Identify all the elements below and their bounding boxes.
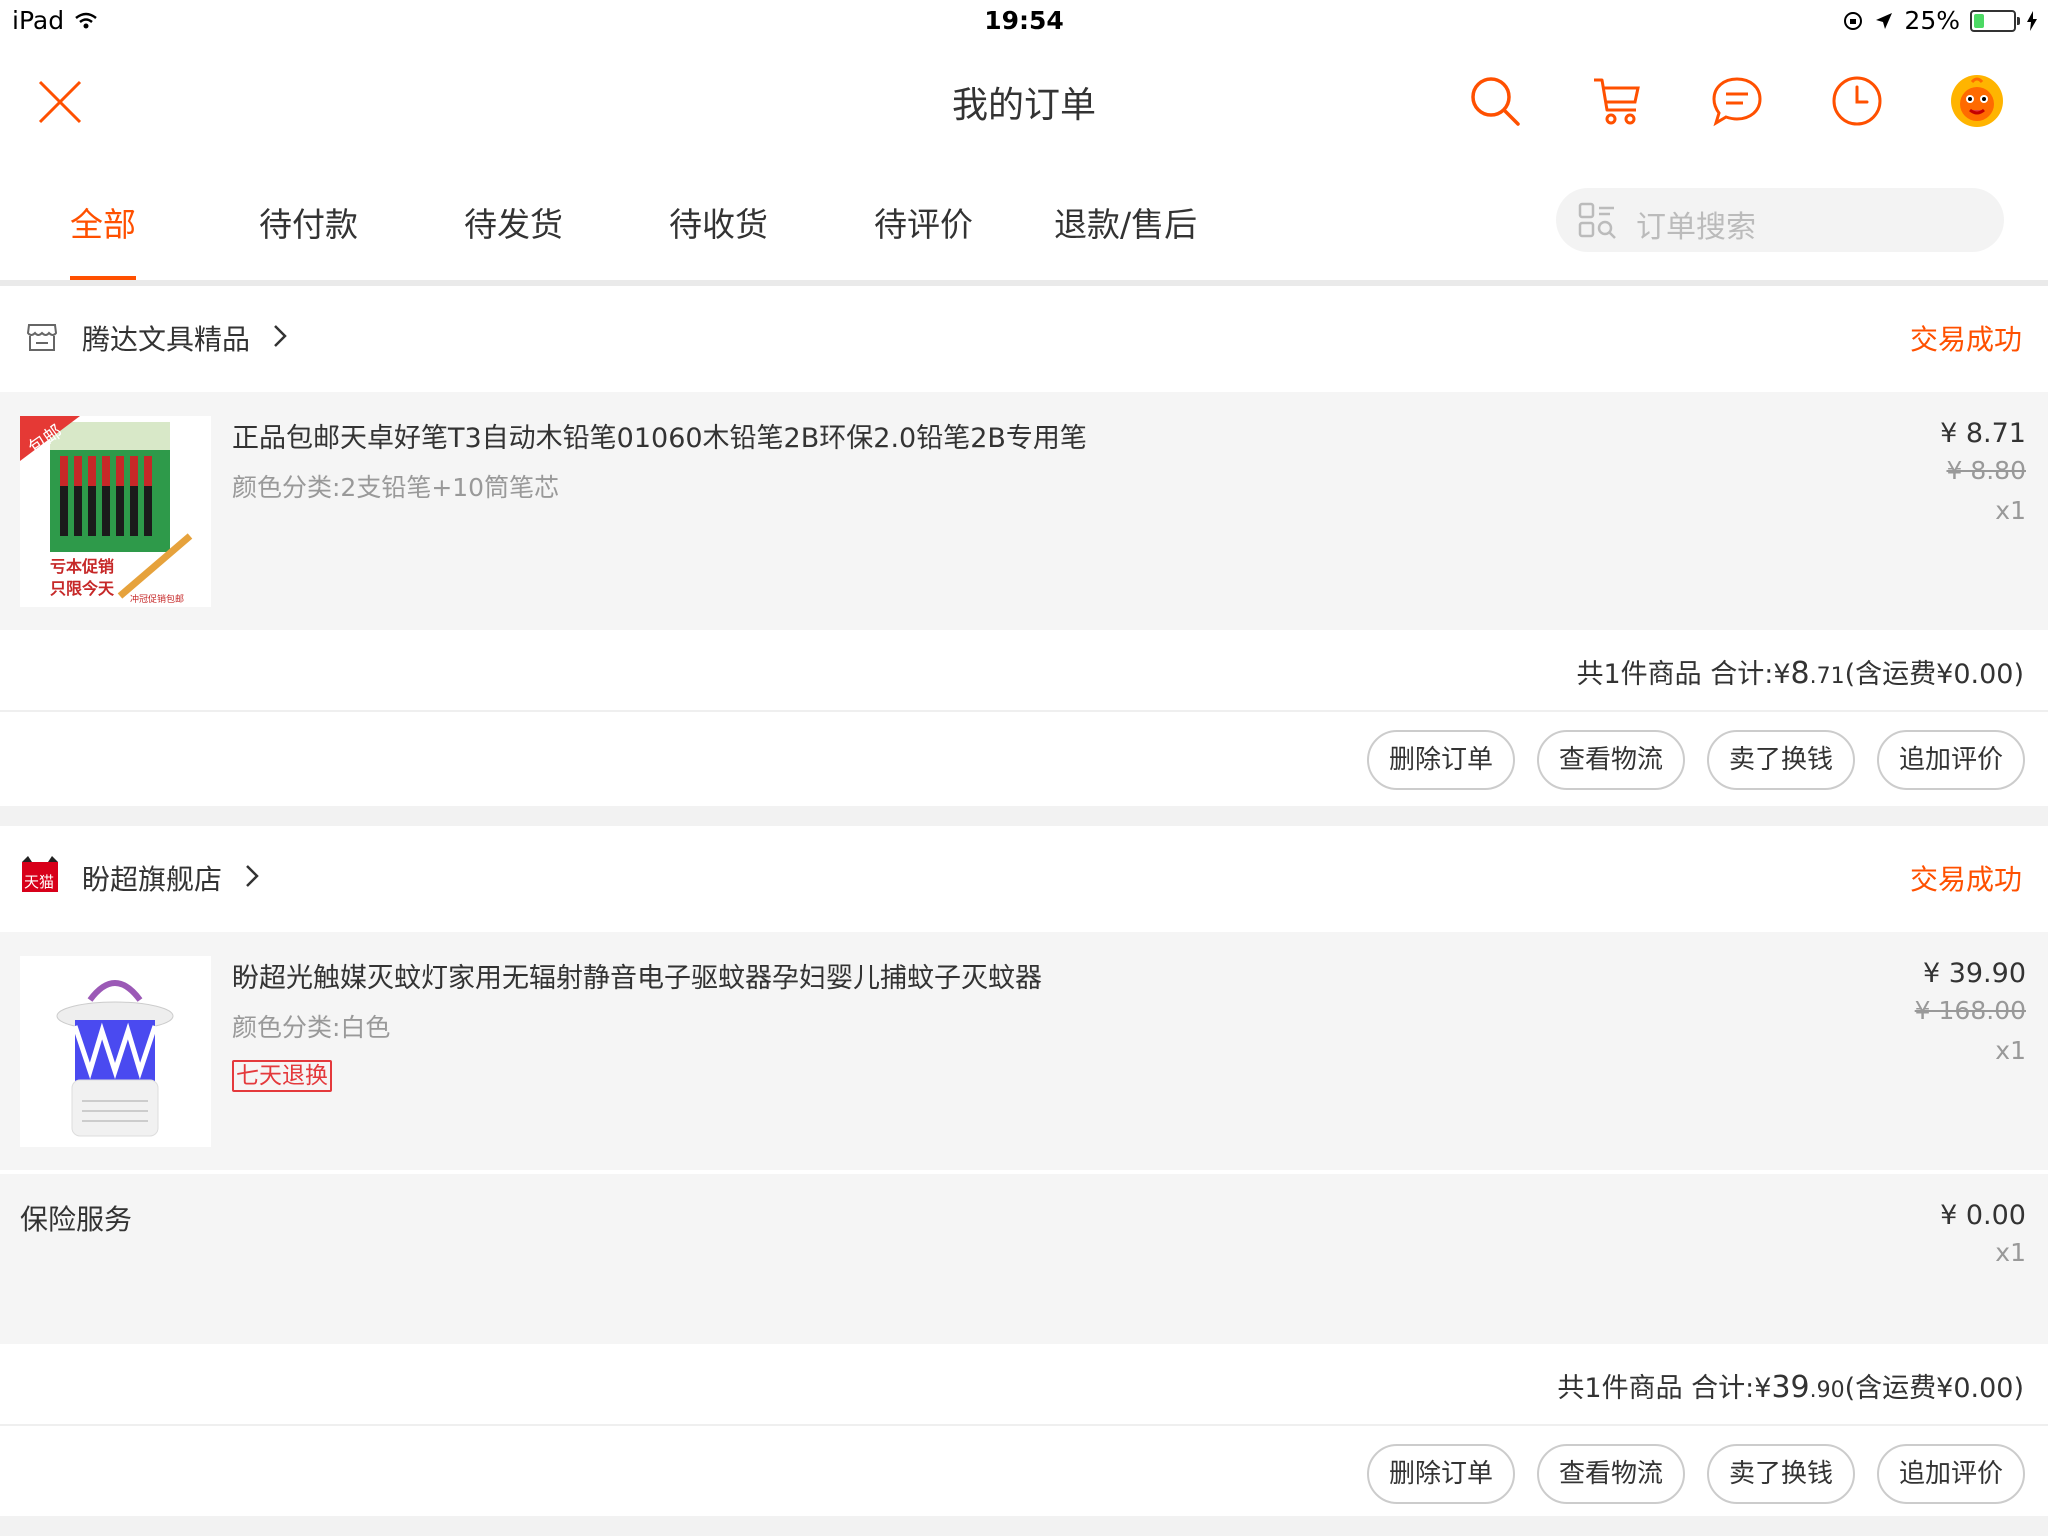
search-icon <box>1471 77 1520 126</box>
service-price: ¥ 0.00 <box>1940 1200 2026 1231</box>
shop-header[interactable]: 天猫 盼超旗舰店 交易成功 <box>0 826 2048 932</box>
tab-pending-receipt[interactable]: 待收货 <box>669 198 768 280</box>
view-logistics-button[interactable]: 查看物流 <box>1537 730 1685 790</box>
original-price: ¥ 168.00 <box>1914 996 2026 1025</box>
cart-button[interactable] <box>1590 74 1644 128</box>
chevron-right-icon <box>246 865 259 887</box>
summary-prefix: 共1件商品 合计: <box>1576 659 1774 690</box>
order-tabs: 全部 待付款 待发货 待收货 待评价 退款/售后 订单搜索 <box>0 158 2048 286</box>
message-icon <box>1712 77 1762 127</box>
product-quantity: x1 <box>1995 1036 2026 1065</box>
product-image[interactable] <box>20 956 211 1147</box>
product-quantity: x1 <box>1995 496 2026 525</box>
summary-total-int: 39 <box>1771 1370 1810 1405</box>
promo-text-1: 亏本促销 <box>50 557 114 576</box>
mosquito-lamp-image <box>20 956 211 1147</box>
summary-total-dec: .71 <box>1809 664 1845 689</box>
summary-text: 共1件商品 合计:¥8.71(含运费¥0.00) <box>1576 652 2024 691</box>
return-policy-badge: 七天退换 <box>232 1060 332 1092</box>
product-title[interactable]: 盼超光触媒灭蚊灯家用无辐射静音电子驱蚊器孕妇婴儿捕蚊子灭蚊器 <box>232 956 1042 995</box>
add-review-button[interactable]: 追加评价 <box>1877 730 2025 790</box>
charging-icon <box>2027 10 2037 31</box>
message-button[interactable] <box>1710 74 1764 128</box>
order-item[interactable]: 包邮 亏本促销 只限今天 冲冠促销包邮 正品包邮天卓好笔T3自动木铅笔01060… <box>0 392 2048 630</box>
location-icon <box>1876 12 1893 29</box>
summary-shipping: (含运费¥0.00) <box>1844 1373 2024 1404</box>
product-sku: 颜色分类:白色 <box>232 1013 391 1042</box>
battery-level <box>1974 13 1984 28</box>
product-title[interactable]: 正品包邮天卓好笔T3自动木铅笔01060木铅笔2B环保2.0铅笔2B专用笔 <box>232 416 1087 455</box>
promo-text-3: 冲冠促销包邮 <box>130 593 184 605</box>
service-name: 保险服务 <box>20 1203 133 1236</box>
battery-percent: 25% <box>1904 6 1960 35</box>
tmall-icon-text: 天猫 <box>24 873 54 891</box>
order-actions: 删除订单 查看物流 卖了换钱 追加评价 <box>0 1426 2048 1524</box>
avatar-icon <box>1951 75 2003 127</box>
shop-name[interactable]: 盼超旗舰店 <box>82 858 222 898</box>
search-list-icon <box>1578 202 1616 239</box>
order-summary: 共1件商品 合计:¥8.71(含运费¥0.00) <box>0 630 2048 712</box>
order-status: 交易成功 <box>1909 323 2022 356</box>
view-logistics-button[interactable]: 查看物流 <box>1537 1444 1685 1504</box>
chevron-right-icon <box>274 325 287 347</box>
tab-refund[interactable]: 退款/售后 <box>1054 198 1197 280</box>
order-search-input[interactable]: 订单搜索 <box>1556 188 2004 252</box>
summary-text: 共1件商品 合计:¥39.90(含运费¥0.00) <box>1557 1366 2024 1405</box>
order-item[interactable]: 盼超光触媒灭蚊灯家用无辐射静音电子驱蚊器孕妇婴儿捕蚊子灭蚊器 颜色分类:白色 七… <box>0 932 2048 1170</box>
order-card: 天猫 盼超旗舰店 交易成功 盼超光触媒灭蚊灯家用无辐射静音电子驱蚊器孕妇婴儿捕蚊… <box>0 826 2048 1516</box>
nav-bar: 我的订单 <box>0 40 2048 158</box>
insurance-service-row: 保险服务 ¥ 0.00 x1 <box>0 1174 2048 1344</box>
history-icon <box>1832 76 1882 126</box>
order-actions: 删除订单 查看物流 卖了换钱 追加评价 <box>0 712 2048 810</box>
resell-button[interactable]: 卖了换钱 <box>1707 1444 1855 1504</box>
tab-pending-payment[interactable]: 待付款 <box>259 198 358 280</box>
history-button[interactable] <box>1830 74 1884 128</box>
product-image[interactable]: 包邮 亏本促销 只限今天 冲冠促销包邮 <box>20 416 211 607</box>
cart-icon <box>1594 78 1640 125</box>
product-price: ¥ 8.71 <box>1940 418 2026 449</box>
summary-total-dec: .90 <box>1809 1378 1845 1403</box>
pencil-product-image: 包邮 亏本促销 只限今天 冲冠促销包邮 <box>20 416 211 607</box>
original-price: ¥ 8.80 <box>1946 456 2026 485</box>
summary-currency: ¥ <box>1754 1373 1772 1404</box>
summary-currency: ¥ <box>1773 659 1791 690</box>
store-icon <box>26 324 58 351</box>
resell-button[interactable]: 卖了换钱 <box>1707 730 1855 790</box>
summary-prefix: 共1件商品 合计: <box>1557 1373 1755 1404</box>
rotation-lock-icon <box>1844 11 1863 30</box>
avatar[interactable] <box>1950 74 2004 128</box>
tab-all[interactable]: 全部 <box>70 198 136 280</box>
summary-total-int: 8 <box>1790 656 1810 691</box>
tab-pending-shipment[interactable]: 待发货 <box>464 198 563 280</box>
add-review-button[interactable]: 追加评价 <box>1877 1444 2025 1504</box>
order-status: 交易成功 <box>1909 863 2022 896</box>
status-bar: iPad 19:54 25% <box>0 0 2048 40</box>
status-time: 19:54 <box>984 6 1064 35</box>
shop-name[interactable]: 腾达文具精品 <box>82 318 250 358</box>
shop-header[interactable]: 腾达文具精品 交易成功 <box>0 286 2048 392</box>
order-summary: 共1件商品 合计:¥39.90(含运费¥0.00) <box>0 1344 2048 1426</box>
product-price: ¥ 39.90 <box>1922 958 2026 989</box>
active-tab-indicator <box>70 276 136 280</box>
search-button[interactable] <box>1468 74 1522 128</box>
product-sku: 颜色分类:2支铅笔+10筒笔芯 <box>232 473 560 502</box>
summary-shipping: (含运费¥0.00) <box>1844 659 2024 690</box>
delete-order-button[interactable]: 删除订单 <box>1367 730 1515 790</box>
service-quantity: x1 <box>1995 1238 2026 1267</box>
battery-icon <box>1970 9 2020 32</box>
promo-text-2: 只限今天 <box>50 579 115 598</box>
tab-pending-review[interactable]: 待评价 <box>874 198 973 280</box>
delete-order-button[interactable]: 删除订单 <box>1367 1444 1515 1504</box>
tmall-icon: 天猫 <box>22 856 58 892</box>
search-placeholder: 订单搜索 <box>1636 210 1756 245</box>
order-card: 腾达文具精品 交易成功 包邮 亏本促销 只限今天 冲冠促销包邮 正品包邮天卓好笔… <box>0 286 2048 806</box>
